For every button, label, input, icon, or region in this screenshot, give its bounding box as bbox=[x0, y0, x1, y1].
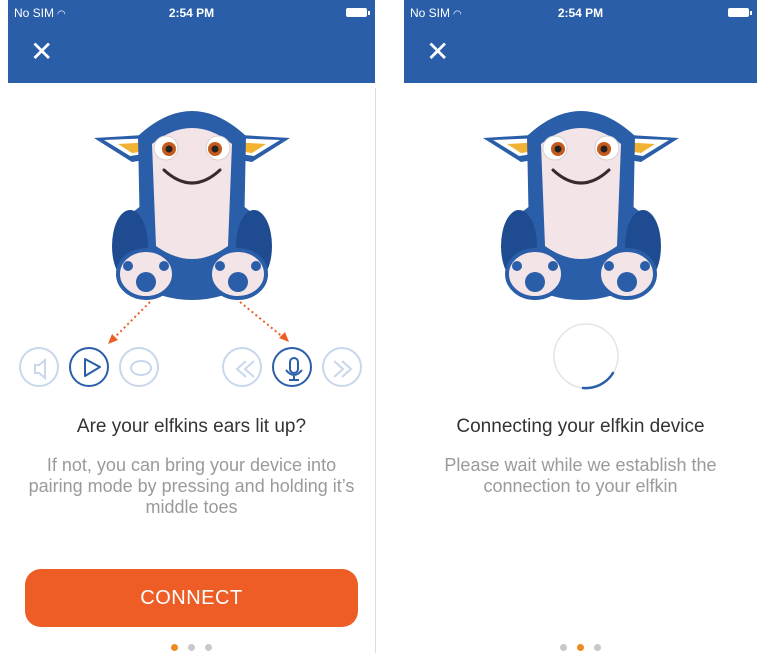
connect-button[interactable]: CONNECT bbox=[25, 569, 358, 627]
status-time: 2:54 PM bbox=[557, 6, 604, 20]
page-dot bbox=[560, 644, 567, 651]
status-bar: No SIM ◠ 2:54 PM bbox=[404, 0, 757, 22]
microphone-icon bbox=[272, 347, 312, 387]
screen-title: Connecting your elfkin device bbox=[456, 416, 705, 437]
play-icon bbox=[69, 347, 109, 387]
header-bar: No SIM ◠ 2:54 PM ✕ bbox=[404, 0, 757, 83]
pointer-arrows bbox=[108, 301, 289, 344]
status-bar: No SIM ◠ 2:54 PM bbox=[8, 0, 375, 22]
connecting-screen: No SIM ◠ 2:54 PM ✕ Connecting your elfkin… bbox=[404, 0, 757, 653]
elfkin-mascot-image bbox=[480, 109, 681, 300]
forward-icon bbox=[322, 347, 362, 387]
rewind-icon bbox=[222, 347, 262, 387]
page-dot bbox=[577, 644, 584, 651]
instruction-text: If not, you can bring your device into p… bbox=[28, 455, 355, 517]
status-time: 2:54 PM bbox=[168, 6, 215, 20]
chat-icon bbox=[119, 347, 159, 387]
close-button[interactable]: ✕ bbox=[30, 38, 53, 66]
close-button[interactable]: ✕ bbox=[426, 38, 449, 66]
page-indicator bbox=[404, 644, 757, 651]
volume-icon bbox=[19, 347, 59, 387]
page-dot bbox=[171, 644, 178, 651]
loading-spinner-icon bbox=[553, 323, 619, 390]
screen-divider bbox=[375, 88, 376, 653]
page-dot bbox=[594, 644, 601, 651]
header-bar: No SIM ◠ 2:54 PM ✕ bbox=[8, 0, 375, 83]
instruction-text: Please wait while we establish the conne… bbox=[444, 455, 717, 496]
screen-title: Are your elfkins ears lit up? bbox=[76, 416, 307, 437]
pairing-screen: No SIM◠ 2:54 PM ✕ Are your elfkins ears bbox=[8, 0, 375, 653]
page-dot bbox=[205, 644, 212, 651]
page-dot bbox=[188, 644, 195, 651]
battery-icon bbox=[346, 8, 370, 17]
page-indicator bbox=[8, 644, 375, 651]
battery-icon bbox=[728, 8, 752, 17]
elfkin-mascot-image bbox=[91, 109, 292, 300]
